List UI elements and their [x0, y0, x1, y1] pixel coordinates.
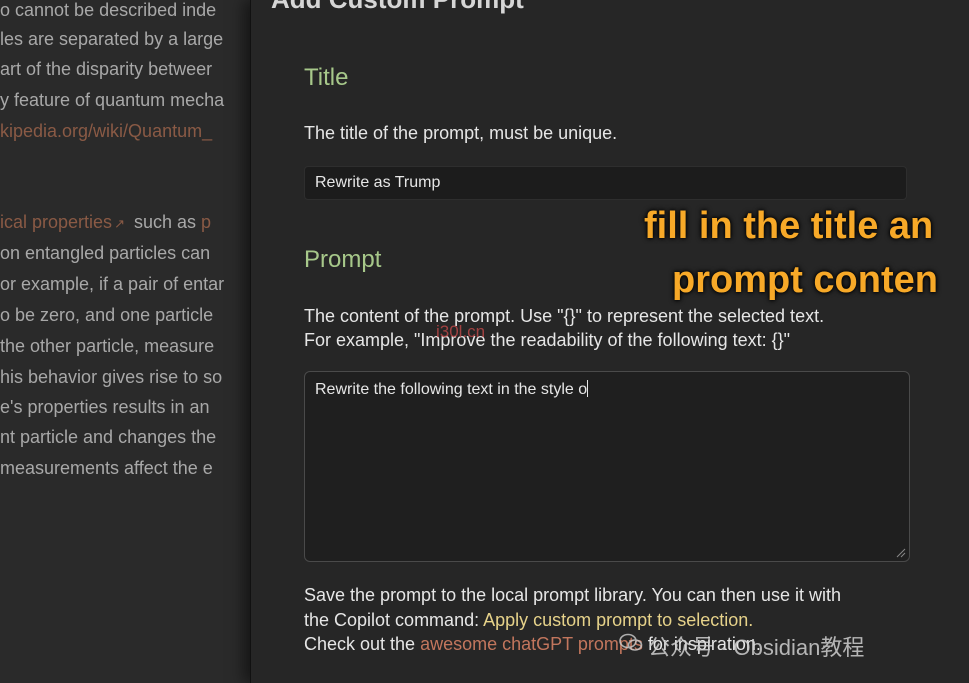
footer-line2-prefix: the Copilot command: — [304, 610, 484, 630]
copilot-command-name: Apply custom prompt to selection. — [483, 610, 754, 630]
prompt-heading: Prompt — [304, 246, 382, 273]
editor-link[interactable]: p — [201, 212, 211, 232]
editor-line: measurements affect the e — [0, 458, 213, 478]
title-description: The title of the prompt, must be unique. — [304, 123, 618, 143]
editor-text: such as — [128, 212, 202, 232]
background-editor: o cannot be described inde les are separ… — [0, 0, 250, 683]
text-caret — [587, 380, 589, 397]
footer-line3-prefix: Check out the — [304, 634, 421, 654]
title-input[interactable] — [304, 166, 907, 200]
prompt-textarea[interactable]: Rewrite the following text in the style … — [304, 371, 910, 562]
editor-line: on entangled particles can — [0, 243, 211, 263]
annotation-line2: prompt conten — [672, 259, 938, 301]
external-link-icon: ↗ — [114, 216, 125, 231]
editor-line: art of the disparity betweer — [0, 59, 213, 79]
editor-link[interactable]: kipedia.org/wiki/Quantum_ — [0, 121, 212, 141]
resize-handle-icon[interactable] — [894, 546, 906, 558]
editor-line: y feature of quantum mecha — [0, 90, 225, 110]
editor-line: les are separated by a large — [0, 29, 224, 49]
editor-line: nt particle and changes the — [0, 427, 217, 447]
editor-line: the other particle, measure — [0, 336, 215, 356]
editor-line: his behavior gives rise to so — [0, 367, 223, 387]
footer-line2: the Copilot command: Apply custom prompt… — [304, 608, 753, 632]
awesome-prompts-link[interactable]: awesome chatGPT prompts — [420, 634, 643, 654]
account-watermark: 公众号 · Obsidian教程 — [648, 635, 865, 660]
editor-line: or example, if a pair of entar — [0, 274, 225, 294]
editor-line: ical properties ↗ such as p — [0, 212, 211, 234]
title-heading: Title — [304, 64, 349, 91]
footer-line1: Save the prompt to the local prompt libr… — [304, 585, 841, 605]
add-custom-prompt-modal: Add Custom Prompt Title The title of the… — [250, 0, 969, 683]
prompt-textarea-value: Rewrite the following text in the style … — [315, 381, 588, 398]
site-watermark: i30l.cn — [436, 322, 486, 341]
modal-title: Add Custom Prompt — [271, 0, 524, 15]
editor-line: e's properties results in an — [0, 397, 210, 417]
editor-link[interactable]: ical properties — [0, 212, 112, 232]
editor-line: o cannot be described inde — [0, 0, 217, 20]
prompt-description-line1: The content of the prompt. Use "{}" to r… — [304, 306, 825, 326]
wechat-icon — [619, 633, 643, 651]
editor-line: o be zero, and one particle — [0, 305, 214, 325]
annotation-line1: fill in the title an — [644, 205, 934, 247]
prompt-description-line2: For example, "Improve the readability of… — [304, 330, 791, 350]
